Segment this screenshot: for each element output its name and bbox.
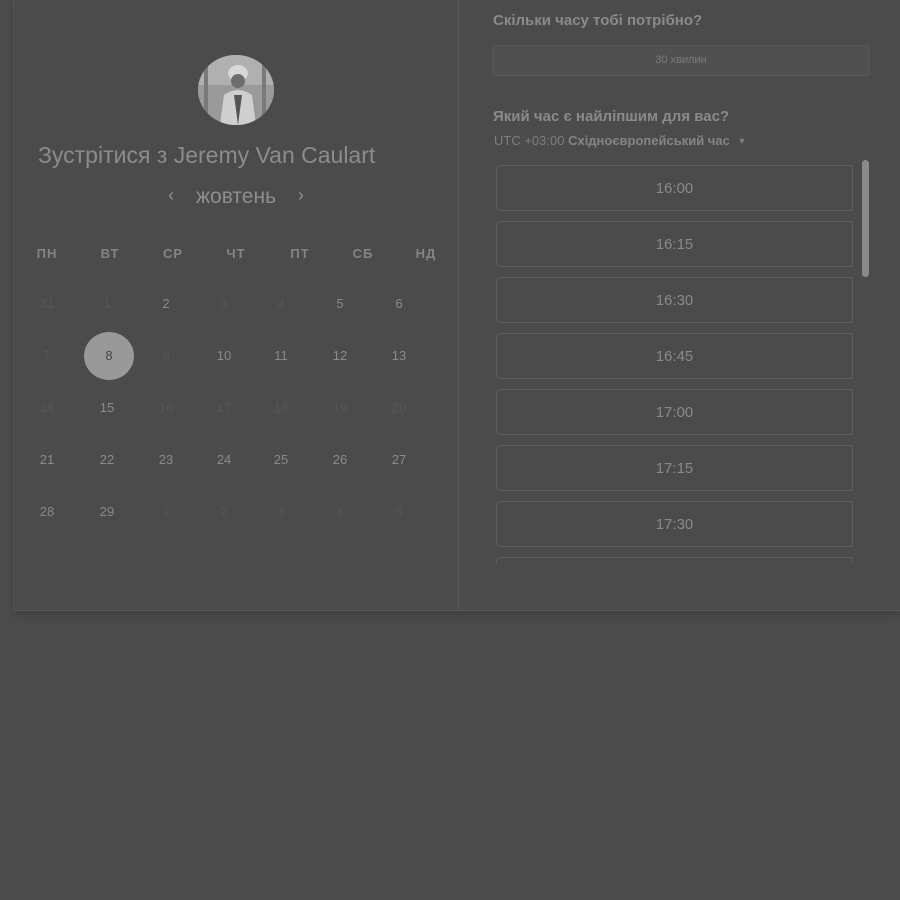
calendar-day-disabled: 31: [39, 296, 55, 311]
weekday-label: ВТ: [100, 246, 120, 261]
calendar-day[interactable]: 12: [315, 346, 365, 366]
calendar-day-disabled: 14: [39, 400, 55, 415]
current-month: жовтень: [195, 185, 277, 208]
weekday-label: ПТ: [290, 246, 310, 261]
chevron-down-icon: ▼: [737, 136, 747, 146]
calendar-day-disabled: 18: [273, 400, 289, 415]
calendar-day-disabled: 20: [391, 400, 407, 415]
calendar-day-disabled: 9: [162, 348, 170, 363]
selected-day[interactable]: 8: [84, 332, 134, 380]
timezone-select[interactable]: UTC +03:00 Східноєвропейський час ▼: [494, 133, 746, 148]
calendar-day-disabled: 19: [332, 400, 348, 415]
calendar-day[interactable]: 29: [82, 502, 132, 522]
time-slot-button[interactable]: 17:00: [496, 389, 853, 435]
calendar-day[interactable]: 28: [22, 502, 72, 522]
calendar-day[interactable]: 5: [315, 294, 365, 314]
calendar-day[interactable]: 24: [199, 450, 249, 470]
calendar-day[interactable]: 26: [315, 450, 365, 470]
calendar-day-disabled: 17: [216, 400, 232, 415]
calendar-day-disabled: 1: [162, 504, 170, 519]
calendar-day-disabled: 4: [277, 296, 285, 311]
time-slot-scrollbar[interactable]: [862, 160, 869, 277]
calendar-day-disabled: 7: [43, 348, 51, 363]
timezone-name: Східноєвропейський час: [568, 133, 730, 148]
calendar-day[interactable]: 21: [22, 450, 72, 470]
duration-select[interactable]: 30 хвилин: [492, 45, 870, 76]
time-slot-button[interactable]: 16:45: [496, 333, 853, 379]
calendar-day[interactable]: 27: [374, 450, 424, 470]
weekday-label: ПН: [36, 246, 58, 261]
pane-divider: [458, 0, 459, 610]
time-slot-button[interactable]: [496, 557, 853, 563]
calendar-day[interactable]: 15: [82, 398, 132, 418]
next-month-button[interactable]: ›: [298, 185, 304, 206]
meeting-title-prefix: Зустрітися з: [38, 142, 168, 168]
time-slot-list: 16:00 16:15 16:30 16:45 17:00 17:15 17:30: [496, 165, 856, 563]
time-slot-button[interactable]: 16:15: [496, 221, 853, 267]
utc-offset: UTC +03:00: [494, 133, 565, 148]
calendar-day[interactable]: 25: [256, 450, 306, 470]
host-name: Jeremy Van Caulart: [173, 142, 376, 168]
card-edge: [13, 0, 14, 610]
duration-question: Скільки часу тобі потрібно?: [493, 12, 703, 29]
calendar-day-disabled: 3: [277, 504, 285, 519]
time-question: Який час є найліпшим для вас?: [493, 108, 730, 125]
weekday-label: СБ: [352, 246, 374, 261]
calendar-day-disabled: 16: [158, 400, 174, 415]
time-slot-button[interactable]: 17:15: [496, 445, 853, 491]
calendar-day[interactable]: 22: [82, 450, 132, 470]
weekday-label: ЧТ: [226, 246, 246, 261]
calendar-day[interactable]: 10: [199, 346, 249, 366]
meeting-title: Зустрітися з Jeremy Van Caulart: [38, 142, 458, 169]
calendar-day-disabled: 4: [336, 504, 344, 519]
calendar-day[interactable]: 23: [141, 450, 191, 470]
previous-month-button[interactable]: ‹: [168, 185, 174, 206]
calendar-day[interactable]: 2: [141, 294, 191, 314]
calendar-day[interactable]: 6: [374, 294, 424, 314]
weekday-label: СР: [162, 246, 184, 261]
time-slot-button[interactable]: 16:30: [496, 277, 853, 323]
calendar-day-disabled: 2: [220, 504, 228, 519]
time-slot-button[interactable]: 16:00: [496, 165, 853, 211]
calendar-day[interactable]: 11: [256, 346, 306, 366]
host-avatar: [198, 55, 274, 125]
month-navigation: ‹ жовтень ›: [14, 185, 458, 215]
calendar-day-disabled: 1: [103, 296, 111, 311]
calendar-day-disabled: 5: [395, 504, 403, 519]
calendar-day-disabled: 3: [220, 296, 228, 311]
calendar-day[interactable]: 13: [374, 346, 424, 366]
weekday-label: НД: [415, 246, 437, 261]
time-slot-button[interactable]: 17:30: [496, 501, 853, 547]
